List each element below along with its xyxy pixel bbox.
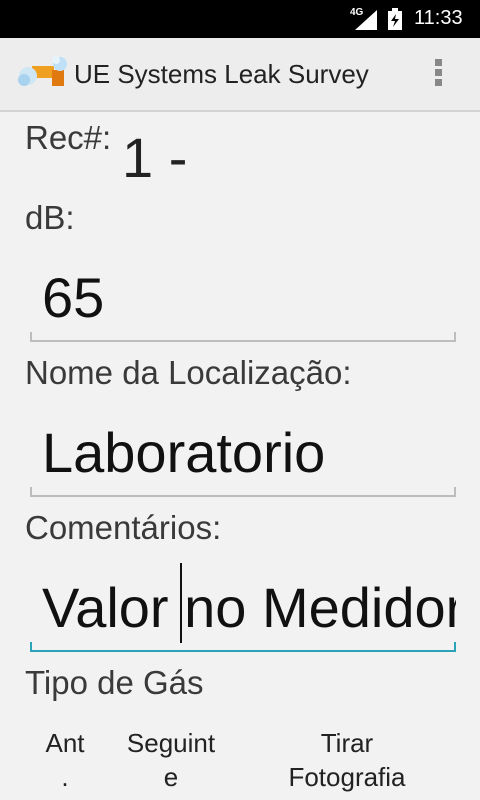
location-value: Laboratorio: [42, 425, 326, 484]
next-label-line1: Seguint: [126, 728, 216, 758]
comments-value: Valor no Medidor: [42, 580, 456, 639]
signal-icon: [355, 10, 377, 30]
db-label: dB:: [25, 199, 75, 236]
gas-type-label[interactable]: Tipo de Gás: [25, 664, 204, 702]
take-photo-button[interactable]: Tirar Fotografia: [272, 726, 422, 794]
battery-icon: [388, 8, 402, 30]
location-label: Nome da Localização:: [25, 354, 352, 391]
leak-survey-app-icon: [18, 56, 67, 86]
db-value: 65: [42, 270, 105, 329]
text-cursor: [180, 563, 182, 643]
clock: 11:33: [414, 7, 463, 29]
location-field[interactable]: Laboratorio: [30, 425, 456, 497]
take-photo-label-line1: Tirar: [320, 728, 374, 758]
previous-label-line2: .: [61, 762, 69, 792]
previous-button[interactable]: Ant .: [30, 726, 100, 794]
comments-label: Comentários:: [25, 509, 222, 546]
take-photo-label-line2: Fotografia: [288, 762, 406, 792]
overflow-menu-icon[interactable]: [428, 56, 448, 92]
comments-field[interactable]: Valor no Medidor: [30, 580, 456, 652]
status-bar: 4G 11:33: [0, 0, 480, 38]
previous-label-line1: Ant: [45, 728, 85, 758]
app-title: UE Systems Leak Survey: [74, 59, 369, 89]
next-label-line2: e: [163, 762, 179, 792]
next-button[interactable]: Seguint e: [116, 726, 226, 794]
rec-number: 1 -: [122, 126, 188, 189]
db-field[interactable]: 65: [30, 270, 456, 342]
rec-label: Rec#:: [25, 119, 112, 156]
